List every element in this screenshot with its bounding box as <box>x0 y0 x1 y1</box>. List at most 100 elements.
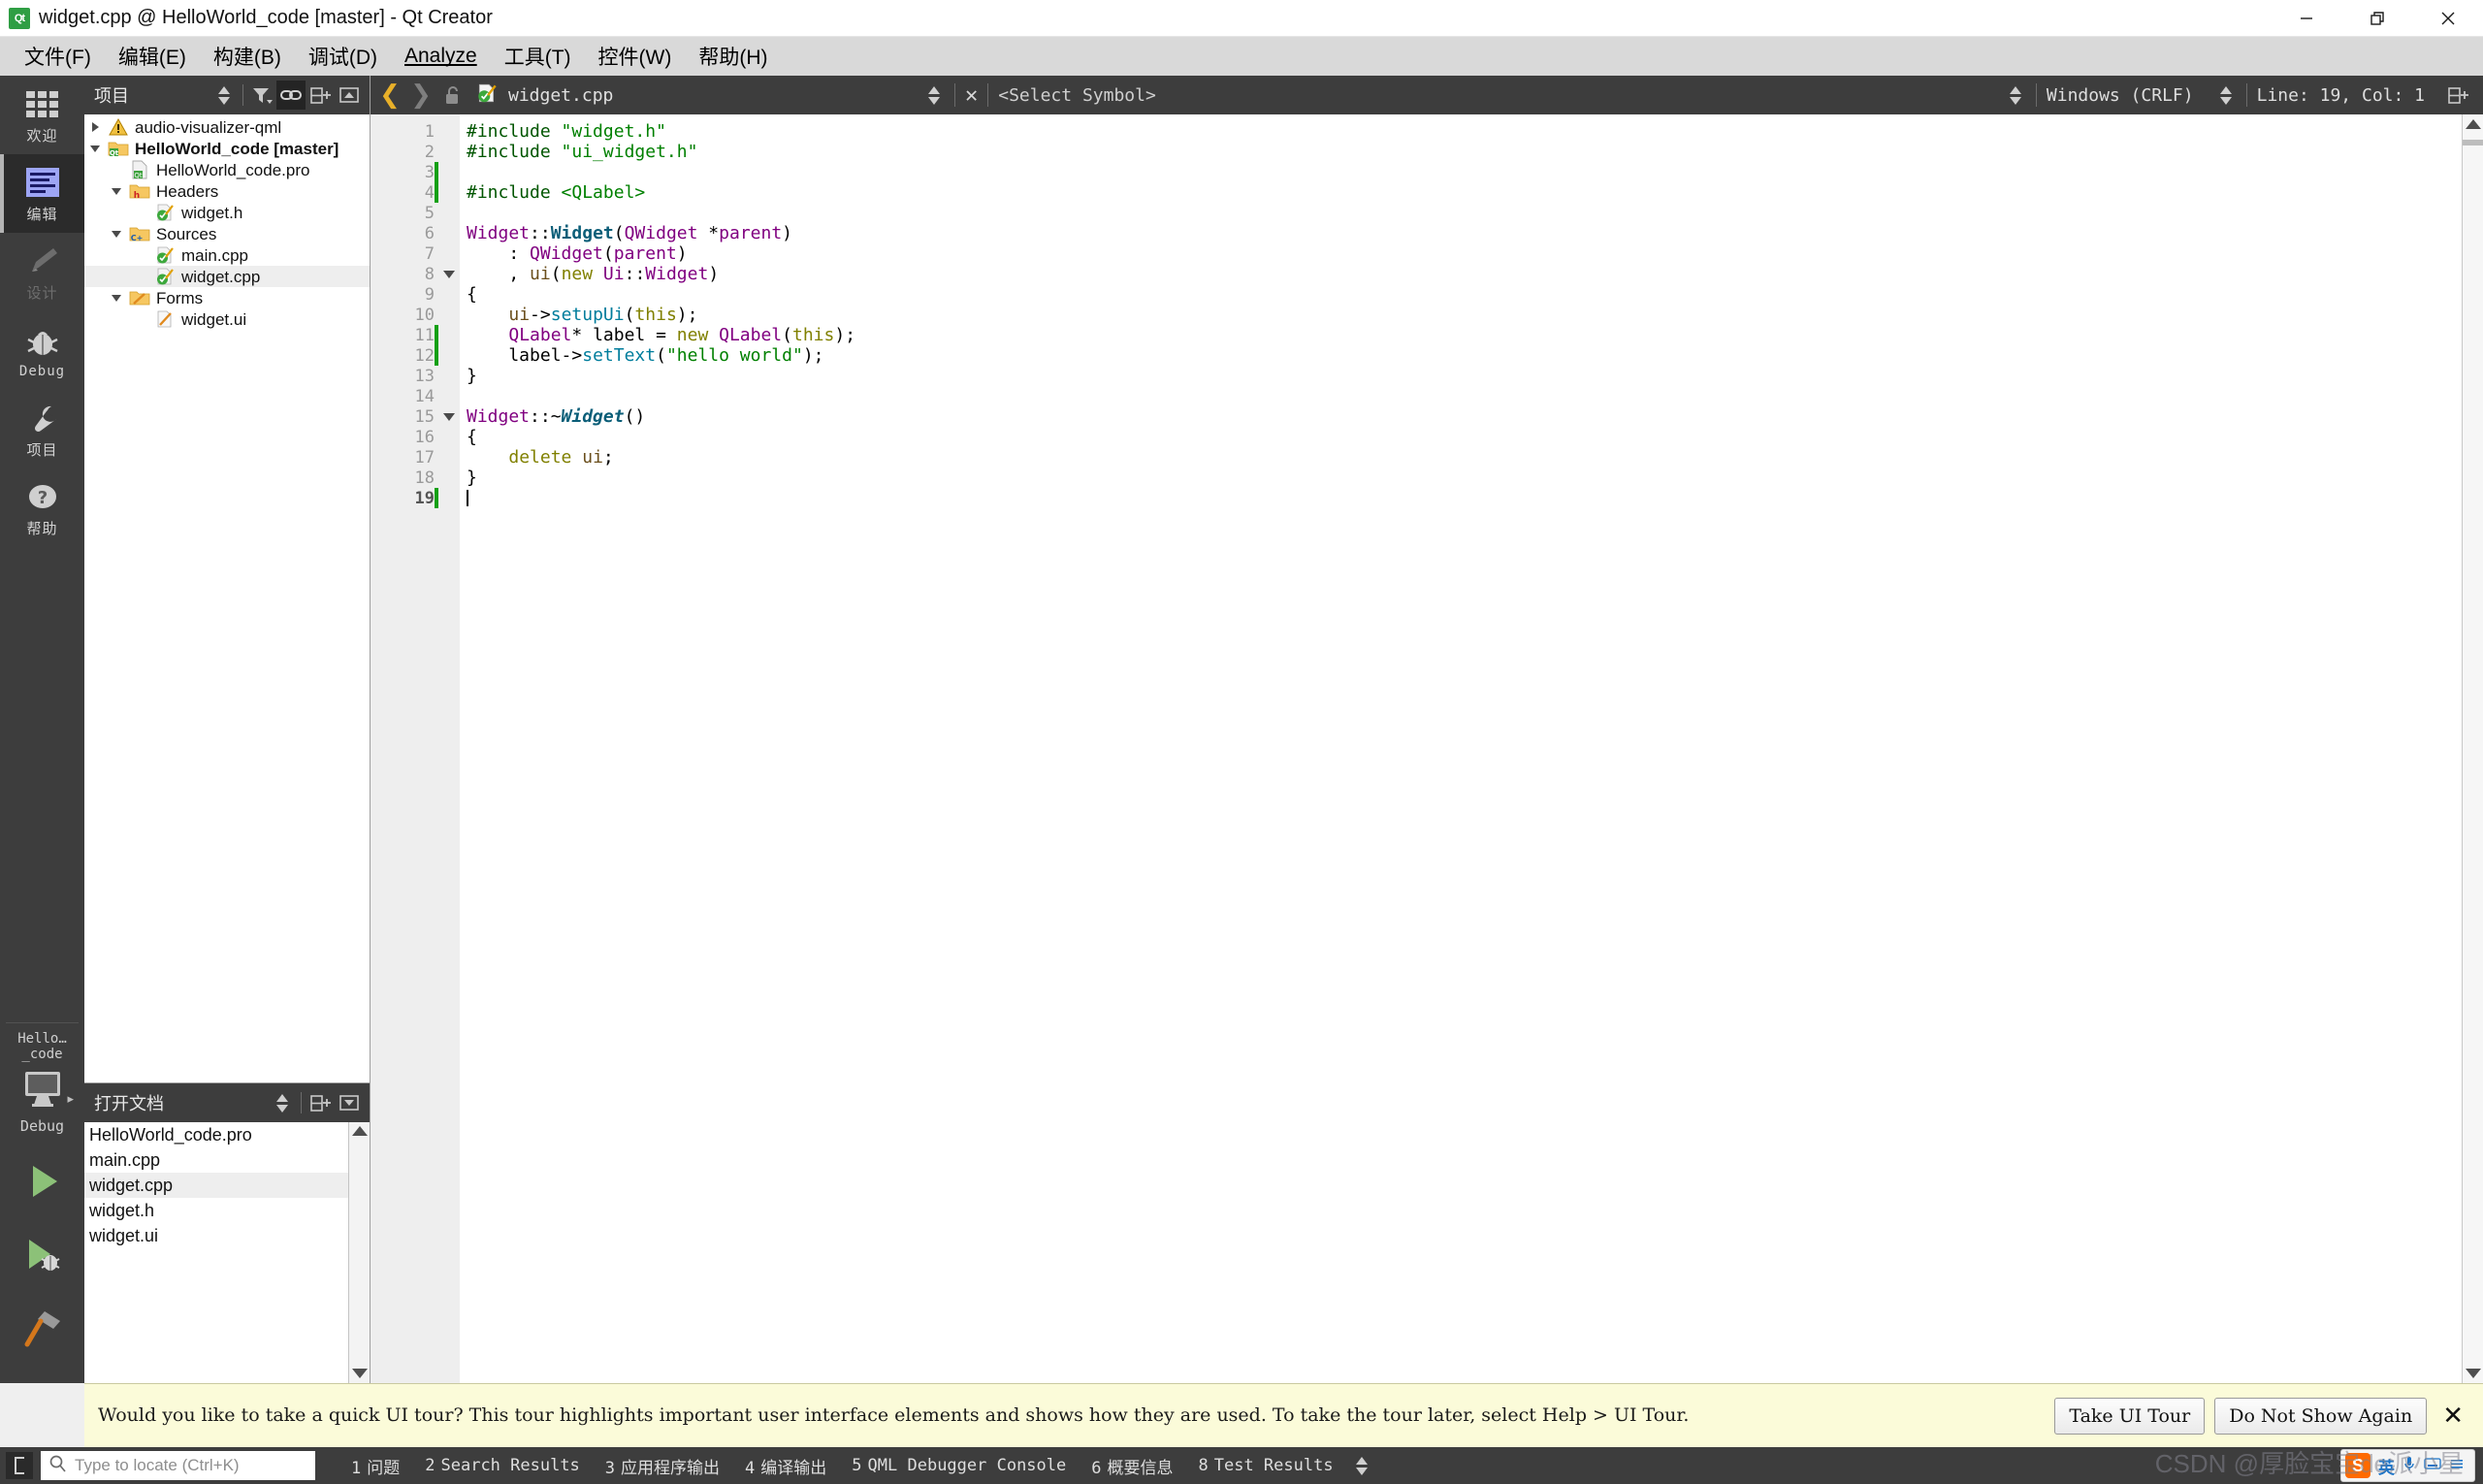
current-file-selector[interactable]: widget.cpp <box>468 82 923 109</box>
code-line[interactable]: { <box>467 427 2462 447</box>
code-line[interactable] <box>467 386 2462 406</box>
sogou-logo-icon[interactable]: S <box>2345 1453 2370 1478</box>
unlocked-padlock-icon[interactable] <box>436 80 468 111</box>
twisty-expanded[interactable] <box>106 187 127 195</box>
file-selector-spinner-icon[interactable] <box>923 85 945 105</box>
output-pane-compile-output[interactable]: 4 编译输出 <box>732 1454 839 1478</box>
tree-row-pro-file[interactable]: Qt HelloWorld_code.pro <box>84 159 370 180</box>
open-doc-item[interactable]: widget.ui <box>84 1223 370 1248</box>
menu-file[interactable]: 文件(F) <box>12 38 104 75</box>
code-line[interactable]: QLabel* label = new QLabel(this); <box>467 325 2462 345</box>
maximize-restore-button[interactable] <box>2341 0 2412 37</box>
code-line[interactable]: } <box>467 366 2462 386</box>
mode-help[interactable]: ? 帮助 <box>0 468 84 547</box>
close-document-button[interactable]: ✕ <box>965 83 978 108</box>
project-tree[interactable]: audio-visualizer-qml Qt HelloWorld_code … <box>84 114 370 1082</box>
split-add-icon[interactable] <box>306 1088 335 1117</box>
link-icon[interactable] <box>276 81 306 110</box>
twisty-expanded[interactable] <box>84 145 106 152</box>
code-line[interactable]: #include "widget.h" <box>467 121 2462 142</box>
up-down-spinner-icon[interactable] <box>268 1088 297 1117</box>
scroll-down-arrow-icon[interactable] <box>2466 1369 2481 1378</box>
go-back-button[interactable]: ❮ <box>374 80 405 111</box>
menu-help[interactable]: 帮助(H) <box>686 38 780 75</box>
output-pane-spinner-icon[interactable] <box>1355 1456 1368 1475</box>
split-add-icon[interactable] <box>306 81 335 110</box>
menu-edit[interactable]: 编辑(E) <box>106 38 199 75</box>
locator-input[interactable]: Type to locate (Ctrl+K) <box>41 1451 315 1480</box>
editor-scrollbar[interactable] <box>2462 114 2483 1383</box>
code-line[interactable]: : QWidget(parent) <box>467 243 2462 264</box>
keyboard-icon[interactable] <box>2424 1457 2441 1475</box>
scroll-up-arrow-icon[interactable] <box>2466 119 2481 129</box>
close-button[interactable] <box>2412 0 2483 37</box>
kit-target-row[interactable]: ▸ <box>0 1066 84 1115</box>
menu-analyze[interactable]: Analyze <box>392 41 490 72</box>
fold-triangle-icon[interactable] <box>443 270 455 278</box>
mode-edit[interactable]: 编辑 <box>0 154 84 233</box>
fold-triangle-icon[interactable] <box>443 412 455 421</box>
open-doc-item[interactable]: main.cpp <box>84 1147 370 1173</box>
output-pane-test-results[interactable]: 8 Test Results <box>1186 1456 1346 1475</box>
encoding-spinner-icon[interactable] <box>2215 85 2237 105</box>
do-not-show-again-button[interactable]: Do Not Show Again <box>2214 1397 2428 1435</box>
tree-row-headers[interactable]: h Headers <box>84 180 370 202</box>
sidebar-toggle-icon[interactable] <box>6 1452 33 1479</box>
code-line[interactable] <box>467 488 2462 508</box>
line-ending-spinner-icon[interactable] <box>2005 85 2026 105</box>
code-text-area[interactable]: #include "widget.h" #include "ui_widget.h… <box>460 114 2462 1383</box>
output-pane-qml-debugger-console[interactable]: 5 QML Debugger Console <box>839 1456 1079 1475</box>
tree-row-widget-cpp[interactable]: widget.cpp <box>84 266 370 287</box>
tree-row-audio-visualizer-qml[interactable]: audio-visualizer-qml <box>84 116 370 138</box>
tree-row-forms[interactable]: Forms <box>84 287 370 308</box>
twisty-expanded[interactable] <box>106 230 127 238</box>
ime-toolbar[interactable]: S 英 <box>2340 1449 2475 1482</box>
menu-window[interactable]: 控件(W) <box>586 38 685 75</box>
tree-row-sources[interactable]: C+ Sources <box>84 223 370 244</box>
open-doc-item-selected[interactable]: widget.cpp <box>84 1173 370 1198</box>
tree-row-helloworld-code[interactable]: Qt HelloWorld_code [master] <box>84 138 370 159</box>
run-button[interactable] <box>0 1146 84 1220</box>
code-line[interactable]: #include <QLabel> <box>467 182 2462 203</box>
ime-language-mode[interactable]: 英 <box>2378 1454 2395 1478</box>
collapse-up-icon[interactable] <box>335 81 364 110</box>
open-documents-list[interactable]: HelloWorld_code.pro main.cpp widget.cpp … <box>84 1122 370 1383</box>
menu-debug[interactable]: 调试(D) <box>296 38 390 75</box>
code-line[interactable]: delete ui; <box>467 447 2462 468</box>
close-banner-icon[interactable]: ✕ <box>2442 1402 2464 1431</box>
minimize-button[interactable] <box>2271 0 2341 37</box>
mode-welcome[interactable]: 欢迎 <box>0 76 84 154</box>
open-doc-item[interactable]: widget.h <box>84 1198 370 1223</box>
funnel-icon[interactable] <box>247 81 276 110</box>
tree-row-widget-ui[interactable]: widget.ui <box>84 308 370 330</box>
scroll-down-arrow-icon[interactable] <box>351 1369 368 1378</box>
code-folding-column[interactable] <box>438 114 460 1383</box>
code-line[interactable] <box>467 162 2462 182</box>
take-ui-tour-button[interactable]: Take UI Tour <box>2054 1397 2206 1435</box>
menu-build[interactable]: 构建(B) <box>201 38 294 75</box>
code-line[interactable]: Widget::Widget(QWidget *parent) <box>467 223 2462 243</box>
go-forward-button[interactable]: ❯ <box>405 80 436 111</box>
output-pane-search-results[interactable]: 2 Search Results <box>412 1456 593 1475</box>
code-line[interactable]: { <box>467 284 2462 305</box>
code-line[interactable]: label->setText("hello world"); <box>467 345 2462 366</box>
collapse-down-icon[interactable] <box>335 1088 364 1117</box>
symbol-selector[interactable]: <Select Symbol> <box>998 85 1156 106</box>
split-add-icon[interactable] <box>2442 80 2473 111</box>
up-down-spinner-icon[interactable] <box>210 81 239 110</box>
build-button[interactable] <box>0 1294 84 1368</box>
fold-marker[interactable] <box>438 264 460 284</box>
output-pane-general-messages[interactable]: 6 概要信息 <box>1079 1454 1185 1478</box>
mode-debug[interactable]: Debug <box>0 311 84 390</box>
open-documents-scrollbar[interactable] <box>348 1122 370 1383</box>
line-ending-selector[interactable]: Windows (CRLF) <box>2047 85 2194 106</box>
code-line[interactable]: Widget::~Widget() <box>467 406 2462 427</box>
code-line[interactable]: #include "ui_widget.h" <box>467 142 2462 162</box>
tree-row-main-cpp[interactable]: main.cpp <box>84 244 370 266</box>
fold-marker[interactable] <box>438 406 460 427</box>
output-pane-issues[interactable]: 1 问题 <box>339 1454 412 1478</box>
mode-projects[interactable]: 项目 <box>0 390 84 468</box>
open-doc-item[interactable]: HelloWorld_code.pro <box>84 1122 370 1147</box>
twisty-collapsed[interactable] <box>84 122 106 132</box>
menu-icon[interactable] <box>2449 1457 2465 1475</box>
